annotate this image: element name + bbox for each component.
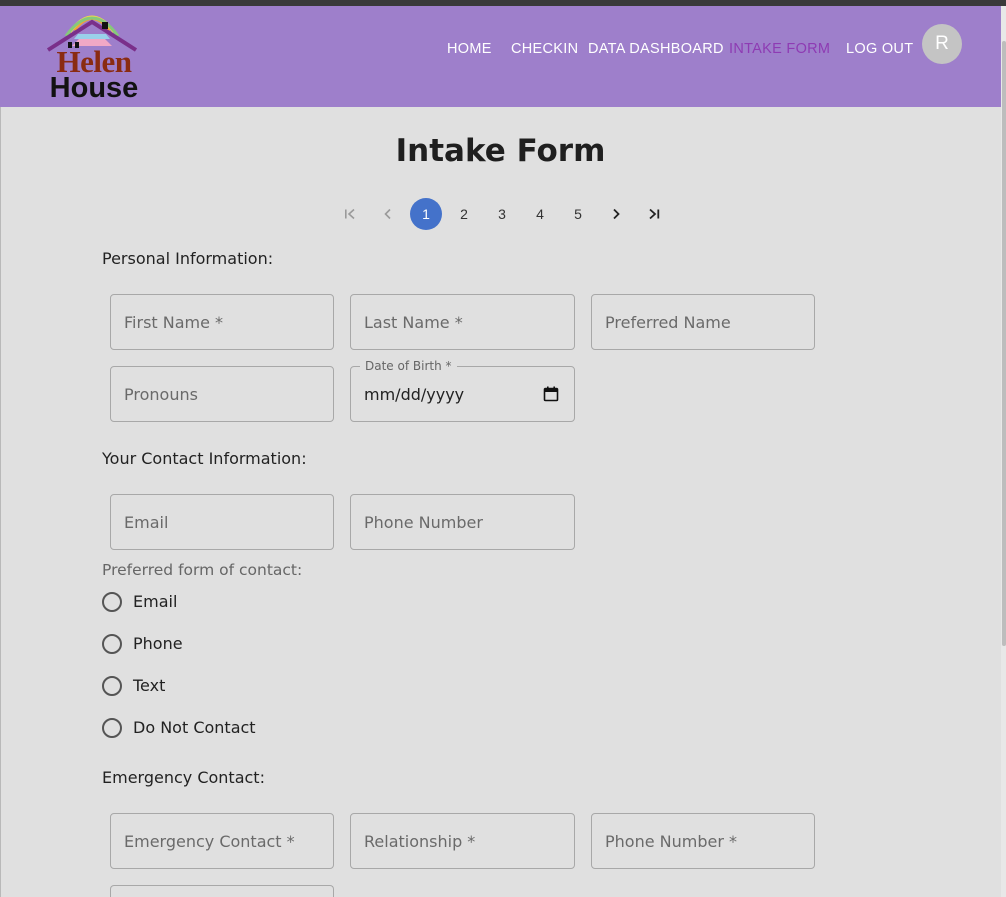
page-3-button[interactable]: 3: [486, 198, 518, 230]
pronouns-field[interactable]: Pronouns: [110, 366, 334, 422]
preferred-name-field[interactable]: Preferred Name: [591, 294, 815, 350]
radio-text-label: Text: [133, 676, 166, 695]
radio-email-label: Email: [133, 592, 178, 611]
page-title: Intake Form: [395, 133, 606, 169]
previous-page-button[interactable]: [372, 198, 404, 230]
nav-data-dashboard[interactable]: DATA DASHBOARD: [588, 41, 724, 57]
preferred-name-placeholder: Preferred Name: [605, 313, 731, 332]
logo-text-house: House: [49, 72, 139, 104]
next-emergency-field-partial[interactable]: [110, 885, 334, 897]
first-name-placeholder: First Name *: [124, 313, 224, 332]
first-page-icon: [345, 208, 355, 220]
scrollbar-track[interactable]: [1001, 6, 1006, 897]
page-1-button[interactable]: 1: [410, 198, 442, 230]
radio-circle-icon[interactable]: [102, 592, 122, 612]
emergency-contact-placeholder: Emergency Contact *: [124, 832, 295, 851]
radio-circle-icon[interactable]: [102, 676, 122, 696]
scrollbar-thumb[interactable]: [1002, 41, 1006, 646]
last-page-icon: [649, 208, 660, 220]
preferred-contact-label: Preferred form of contact:: [102, 561, 303, 579]
relationship-placeholder: Relationship *: [364, 832, 476, 851]
email-placeholder: Email: [124, 513, 169, 532]
nav-checkin[interactable]: CHECKIN: [511, 41, 578, 57]
date-of-birth-value: mm/dd/yyyy: [364, 385, 465, 404]
chevron-left-icon: [384, 208, 391, 220]
next-page-button[interactable]: [600, 198, 632, 230]
nav-log-out[interactable]: LOG OUT: [846, 41, 913, 57]
section-personal-information: Personal Information:: [102, 249, 274, 268]
radio-circle-icon[interactable]: [102, 634, 122, 654]
page-4-button[interactable]: 4: [524, 198, 556, 230]
page-edge: [0, 107, 1, 897]
nav-intake-form[interactable]: INTAKE FORM: [729, 41, 830, 57]
navbar: Helen House HOME CHECKIN DATA DASHBOARD …: [0, 6, 1001, 107]
emergency-phone-number-field[interactable]: Phone Number *: [591, 813, 815, 869]
section-contact-information: Your Contact Information:: [102, 449, 307, 468]
chevron-right-icon: [613, 208, 620, 220]
last-name-field[interactable]: Last Name *: [350, 294, 575, 350]
page-2-button[interactable]: 2: [448, 198, 480, 230]
date-of-birth-field[interactable]: Date of Birth * mm/dd/yyyy: [350, 359, 575, 422]
pronouns-placeholder: Pronouns: [124, 385, 198, 404]
email-field[interactable]: Email: [110, 494, 334, 550]
emergency-phone-number-placeholder: Phone Number *: [605, 832, 738, 851]
first-name-field[interactable]: First Name *: [110, 294, 334, 350]
date-of-birth-label: Date of Birth *: [360, 359, 457, 373]
radio-phone-label: Phone: [133, 634, 183, 653]
nav-home[interactable]: HOME: [447, 41, 492, 57]
first-page-button[interactable]: [334, 198, 366, 230]
helen-house-logo[interactable]: Helen House: [44, 12, 140, 104]
radio-do-not-contact-label: Do Not Contact: [133, 718, 256, 737]
calendar-icon[interactable]: [543, 386, 559, 402]
radio-circle-icon[interactable]: [102, 718, 122, 738]
avatar[interactable]: R: [922, 24, 962, 64]
emergency-contact-field[interactable]: Emergency Contact *: [110, 813, 334, 869]
last-name-placeholder: Last Name *: [364, 313, 463, 332]
relationship-field[interactable]: Relationship *: [350, 813, 575, 869]
phone-number-field[interactable]: Phone Number: [350, 494, 575, 550]
phone-number-placeholder: Phone Number: [364, 513, 483, 532]
last-page-button[interactable]: [638, 198, 670, 230]
page-5-button[interactable]: 5: [562, 198, 594, 230]
section-emergency-contact: Emergency Contact:: [102, 768, 265, 787]
